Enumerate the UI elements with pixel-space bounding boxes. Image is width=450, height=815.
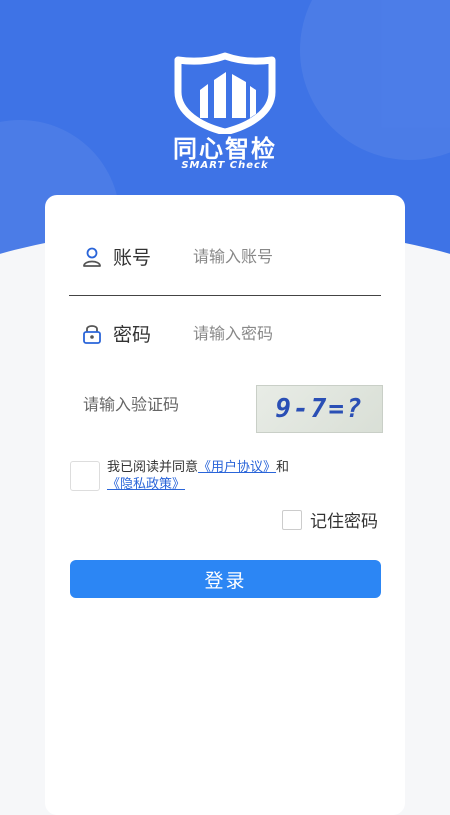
remember-label: 记住密码 [310,512,378,532]
privacy-policy-link[interactable]: 《隐私政策》 [107,477,185,492]
remember-password[interactable]: 记住密码 [282,507,378,532]
agreement-prefix: 我已阅读并同意 [107,460,199,475]
user-agreement-link[interactable]: 《用户协议》 [198,460,276,475]
brand-name: 同心智检 [173,135,277,163]
captcha-image[interactable]: 9-7=? [256,385,383,433]
account-row: 账号 [69,243,381,270]
user-icon [83,247,101,267]
login-card: 账号 密码 9-7=? 我已阅读并同意《用户协议》和《隐私政策》 记住密码 登录 [45,195,405,815]
captcha-text: 9-7=? [275,394,364,424]
remember-checkbox[interactable] [282,509,302,530]
login-button[interactable]: 登录 [70,560,381,598]
agreement-checkbox[interactable] [70,461,100,491]
brand-name-en: SMART Check [181,160,269,171]
password-input[interactable] [193,324,363,343]
account-input[interactable] [193,247,363,266]
account-label: 账号 [113,247,152,269]
password-row: 密码 [69,320,381,347]
agreement-connector: 和 [276,460,290,475]
app-logo: 同心智检 SMART Check [0,52,450,172]
captcha-input[interactable] [83,395,253,414]
password-label: 密码 [113,324,152,346]
agreement-text: 我已阅读并同意《用户协议》和《隐私政策》 [107,459,367,493]
lock-icon [83,324,101,344]
account-divider [69,295,381,296]
shield-logo-icon [174,52,276,134]
